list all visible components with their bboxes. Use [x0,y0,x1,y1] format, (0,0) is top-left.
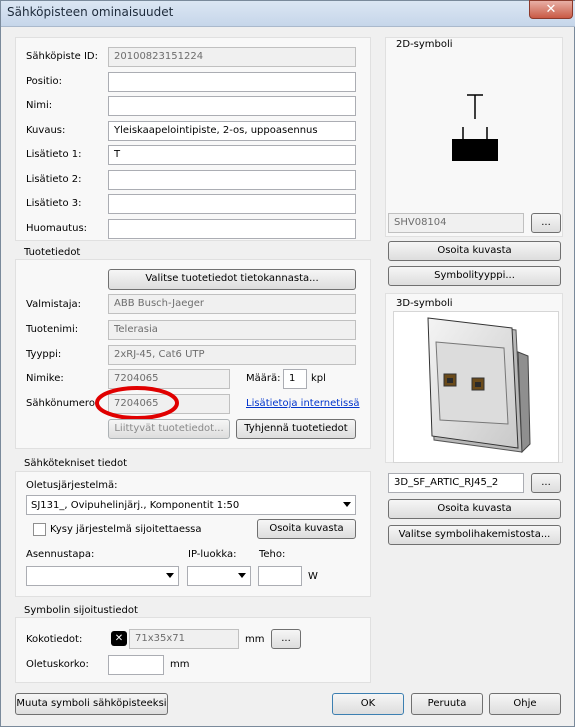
koko-field: 71x35x71 [129,629,239,649]
positio-label: Positio: [26,76,62,87]
koko-browse-button[interactable]: ... [271,629,301,649]
ok-button[interactable]: OK [332,693,404,715]
sahkotekniset-heading: Sähkötekniset tiedot [24,458,128,469]
positio-field[interactable] [108,72,356,92]
oletus-dropdown[interactable]: SJ131_, Ovipuhelinjärj., Komponentit 1:5… [26,495,356,515]
symbol3d-heading: 3D-symboli [396,298,453,309]
symbol3d-osoita-button[interactable]: Osoita kuvasta [388,499,561,519]
symbol2d-type-button[interactable]: Symbolityyppi... [388,266,561,286]
highlight-ellipse [95,386,179,420]
kysy-checkbox[interactable] [33,523,46,536]
id-field: 20100823151224 [108,47,356,67]
lisatieto2-label: Lisätieto 2: [26,174,82,185]
wall-socket-symbol-icon [452,94,498,161]
close-button[interactable]: ✕ [529,0,573,19]
internet-info-link[interactable]: Lisätietoja internetissä [246,398,360,409]
koko-label: Kokotiedot: [26,634,83,645]
help-button[interactable]: Ohje [489,693,561,715]
lisatieto2-field[interactable] [108,170,356,190]
maara-unit: kpl [311,373,326,384]
symbol3d-browse-button[interactable]: ... [531,473,561,493]
related-products-button[interactable]: Liittyvät tuotetiedot... [108,419,230,439]
cancel-button[interactable]: Peruuta [411,693,483,715]
wall-socket-3d-icon [427,317,531,454]
dialog-window: Sähköpisteen ominaisuudet ✕ Sähköpiste I… [0,0,575,727]
teho-label: Teho: [259,549,286,560]
nimi-field[interactable] [108,96,356,116]
symbol3d-name-field[interactable]: 3D_SF_ARTIC_RJ45_2 [388,473,524,493]
huomautus-field[interactable] [108,219,356,239]
chevron-down-icon [343,502,351,507]
lisatieto3-label: Lisätieto 3: [26,198,82,209]
tyyppi-label: Tyyppi: [26,349,62,360]
asennustapa-label: Asennustapa: [26,549,95,560]
nimi-label: Nimi: [26,100,53,111]
oletus-label: Oletusjärjestelmä: [26,480,118,491]
maara-field[interactable]: 1 [283,369,307,389]
symboli-panel [15,617,371,683]
symbol2d-browse-button[interactable]: ... [531,213,561,233]
tuotenimi-label: Tuotenimi: [26,324,79,335]
kuvaus-label: Kuvaus: [26,125,66,136]
convert-symbol-button[interactable]: Muuta symboli sähköpisteeksi [15,693,168,715]
ip-dropdown[interactable] [187,566,251,586]
korko-field[interactable] [108,655,164,675]
window-title: Sähköpisteen ominaisuudet [7,5,174,19]
korko-label: Oletuskorko: [26,659,89,670]
chevron-down-icon [166,573,174,578]
lisatieto3-field[interactable] [108,194,356,214]
tyyppi-field: 2xRJ-45, Cat6 UTP [108,345,356,365]
symbol2d-heading: 2D-symboli [396,39,453,50]
chevron-down-icon [238,573,246,578]
nimike-label: Nimike: [26,373,64,384]
symboli-heading: Symbolin sijoitustiedot [24,605,138,616]
osoita-kuvasta-button[interactable]: Osoita kuvasta [257,519,356,539]
symbol3d-preview [393,311,559,463]
kuvaus-field[interactable]: Yleiskaapelointipiste, 2-os, uppoasennus [108,121,356,141]
teho-field[interactable] [258,566,302,586]
lisatieto1-label: Lisätieto 1: [26,149,82,160]
maara-label: Määrä: [246,373,281,384]
highlight-ellipse-icon [95,386,179,420]
symbol3d-library-button[interactable]: Valitse symbolihakemistosta... [388,525,561,545]
koko-unit: mm [245,634,265,645]
korko-unit: mm [170,659,190,670]
oletus-value: SJ131_, Ovipuhelinjärj., Komponentit 1:5… [31,500,240,511]
valmistaja-field: ABB Busch-Jaeger [108,294,356,314]
ip-label: IP-luokka: [188,549,237,560]
sahkonumero-label: Sähkönumero: [26,398,99,409]
tuotenimi-field: Telerasia [108,320,356,340]
lock-toggle-icon[interactable]: ✕ [111,631,127,646]
symbol2d-osoita-button[interactable]: Osoita kuvasta [388,241,561,261]
valmistaja-label: Valmistaja: [26,299,82,310]
symbol2d-name-field: SHV08104 [388,213,524,233]
select-product-button[interactable]: Valitse tuotetiedot tietokannasta... [108,269,356,290]
kysy-label: Kysy järjestelmä sijoitettaessa [50,524,202,535]
lisatieto1-field[interactable]: T [108,145,356,165]
symbol2d-preview [393,55,557,205]
title-bar: Sähköpisteen ominaisuudet ✕ [1,0,575,27]
asennustapa-dropdown[interactable] [26,566,179,586]
id-label: Sähköpiste ID: [26,51,98,62]
teho-unit: W [308,571,318,582]
tuotetiedot-heading: Tuotetiedot [24,247,81,258]
clear-product-button[interactable]: Tyhjennä tuotetiedot [236,419,356,439]
huomautus-label: Huomautus: [26,223,88,234]
